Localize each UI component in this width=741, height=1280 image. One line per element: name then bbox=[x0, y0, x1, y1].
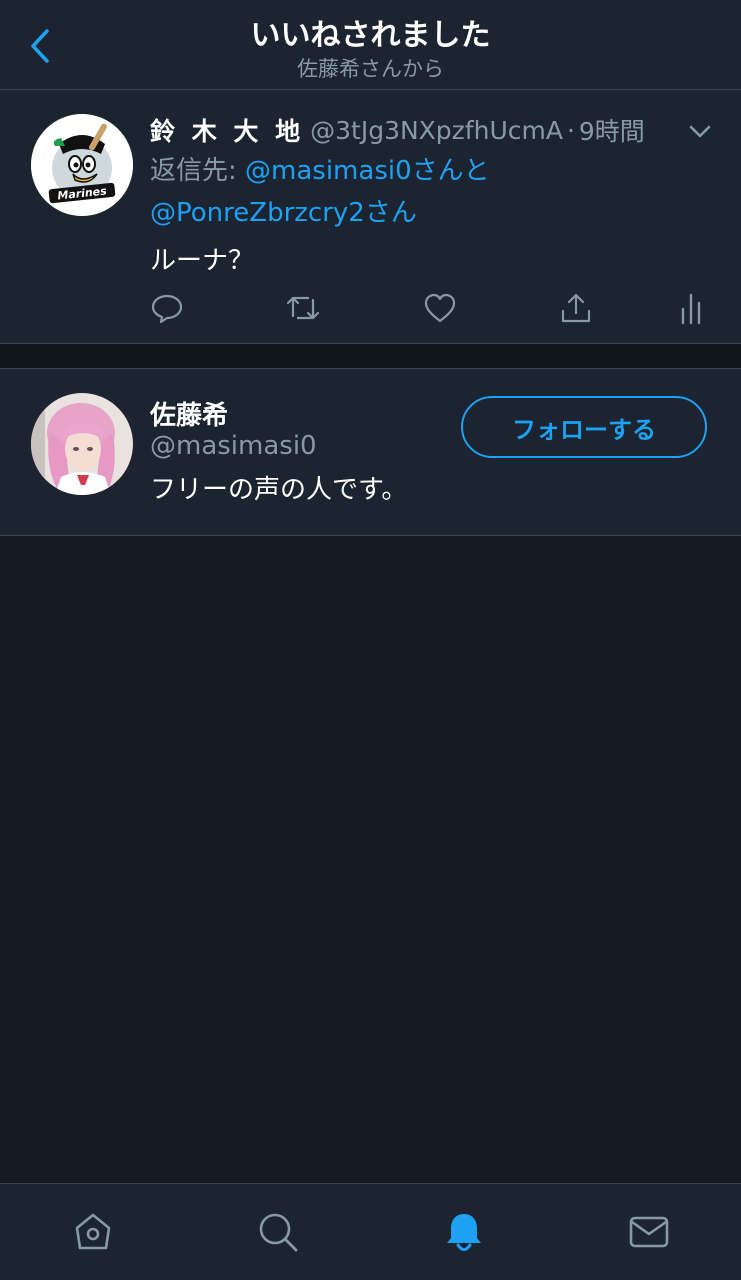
chevron-down-icon bbox=[689, 125, 711, 138]
share-icon bbox=[561, 293, 591, 323]
like-button[interactable] bbox=[422, 290, 458, 326]
tab-home[interactable] bbox=[69, 1208, 117, 1256]
tweet-author-avatar[interactable]: Marines bbox=[31, 114, 133, 216]
retweet-button[interactable] bbox=[285, 290, 321, 326]
user-card[interactable]: 佐藤希 @masimasi0 フリーの声の人です。 フォローする bbox=[0, 369, 741, 536]
user-name[interactable]: 佐藤希 bbox=[150, 395, 228, 432]
search-icon bbox=[259, 1213, 298, 1252]
app: いいねされました 佐藤希さんから Marines 鈴 木 大 地 @3tJg3N… bbox=[0, 0, 741, 1280]
tweet-menu-button[interactable] bbox=[685, 116, 715, 146]
tab-notifications[interactable] bbox=[440, 1208, 488, 1256]
mention-link[interactable]: @PonreZbrzcry2 bbox=[150, 198, 365, 228]
profile-photo bbox=[31, 393, 133, 495]
home-icon bbox=[75, 1213, 111, 1250]
tweet-text: ルーナ？ bbox=[150, 246, 255, 276]
heart-icon bbox=[424, 293, 456, 323]
tab-search[interactable] bbox=[254, 1208, 302, 1256]
marines-logo: Marines bbox=[31, 114, 133, 216]
tweet-timestamp: 9時間 bbox=[578, 117, 645, 146]
tweet-meta-separator: · bbox=[566, 115, 575, 145]
reply-prefix: 返信先: bbox=[150, 156, 246, 186]
tweet-actions bbox=[0, 290, 741, 330]
tab-messages[interactable] bbox=[625, 1208, 673, 1256]
mail-icon bbox=[629, 1216, 669, 1248]
page-subtitle: 佐藤希さんから bbox=[297, 57, 444, 81]
reply-suffix: さん bbox=[364, 198, 417, 228]
mention-link[interactable]: @masimasi0 bbox=[245, 156, 412, 186]
analytics-icon bbox=[681, 293, 701, 325]
follow-button[interactable]: フォローする bbox=[461, 396, 707, 458]
page-title: いいねされました bbox=[250, 18, 491, 53]
user-handle[interactable]: @masimasi0 bbox=[150, 431, 317, 461]
section-separator bbox=[0, 344, 741, 369]
retweet-icon bbox=[286, 296, 320, 320]
reply-icon bbox=[151, 294, 183, 324]
tweet-header: 鈴 木 大 地 @3tJg3NXpzfhUcmA · 9時間 bbox=[150, 112, 721, 148]
liked-tweet[interactable]: Marines 鈴 木 大 地 @3tJg3NXpzfhUcmA · 9時間 返… bbox=[0, 90, 741, 344]
reply-button[interactable] bbox=[149, 290, 185, 326]
reply-context: 返信先: @masimasi0さんと @PonreZbrzcry2さん bbox=[150, 150, 490, 234]
user-bio: フリーの声の人です。 bbox=[150, 475, 408, 505]
analytics-button[interactable] bbox=[673, 290, 709, 326]
top-nav-bar: いいねされました 佐藤希さんから bbox=[0, 0, 741, 90]
share-button[interactable] bbox=[558, 290, 594, 326]
tweet-author-handle[interactable]: @3tJg3NXpzfhUcmA bbox=[310, 116, 563, 145]
bottom-tab-bar bbox=[0, 1183, 741, 1280]
user-avatar[interactable] bbox=[31, 393, 133, 495]
bell-icon bbox=[447, 1214, 481, 1251]
tweet-author-name[interactable]: 鈴 木 大 地 bbox=[150, 112, 304, 148]
reply-and: さんと bbox=[411, 156, 490, 186]
